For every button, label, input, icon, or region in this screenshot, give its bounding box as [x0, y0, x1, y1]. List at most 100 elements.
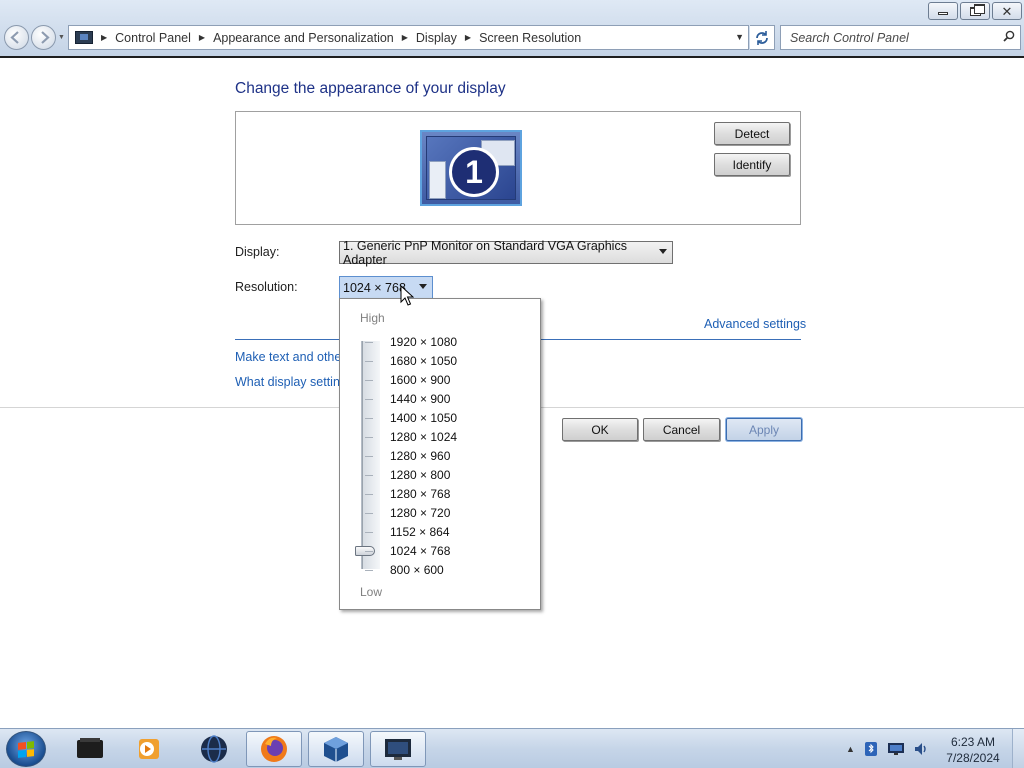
advanced-settings-link[interactable]: Advanced settings: [704, 317, 806, 331]
slider-track-line: [362, 341, 363, 569]
media-player-icon: [139, 739, 159, 759]
text-size-link[interactable]: Make text and other: [235, 350, 345, 364]
slider-tick: [365, 380, 373, 381]
restore-button[interactable]: [960, 2, 990, 20]
display-settings-help-link[interactable]: What display setting: [235, 375, 347, 389]
network-icon[interactable]: [887, 742, 905, 756]
chevron-down-icon[interactable]: ▼: [735, 32, 744, 42]
resolution-option[interactable]: 1280 × 960: [390, 449, 450, 463]
detect-button[interactable]: Detect: [714, 122, 790, 145]
resolution-option[interactable]: 1280 × 768: [390, 487, 450, 501]
display-label: Display:: [235, 245, 280, 259]
start-button[interactable]: [6, 731, 46, 767]
resolution-option[interactable]: 800 × 600: [390, 563, 444, 577]
slider-tick: [365, 475, 373, 476]
ok-button[interactable]: OK: [562, 418, 638, 441]
resolution-label: Resolution:: [235, 280, 298, 294]
close-icon: ✕: [1001, 3, 1013, 19]
slider-tick: [365, 532, 373, 533]
taskbar-app-virtualbox[interactable]: [308, 731, 364, 767]
chevron-right-icon[interactable]: ▶: [101, 33, 107, 42]
slider-tick: [365, 399, 373, 400]
clock-time: 6:23 AM: [950, 735, 996, 749]
resolution-option[interactable]: 1440 × 900: [390, 392, 450, 406]
slider-tick: [365, 551, 373, 552]
resolution-option[interactable]: 1600 × 900: [390, 373, 450, 387]
monitor-1-thumbnail[interactable]: 1: [420, 130, 522, 206]
page-title: Change the appearance of your display: [235, 80, 506, 97]
resolution-option[interactable]: 1280 × 800: [390, 468, 450, 482]
resolution-option[interactable]: 1280 × 1024: [390, 430, 457, 444]
slider-tick: [365, 494, 373, 495]
taskbar-app-media[interactable]: [62, 731, 118, 767]
chevron-right-icon[interactable]: ▶: [465, 33, 471, 42]
resolution-option[interactable]: 1920 × 1080: [390, 335, 457, 349]
slider-tick: [365, 570, 373, 571]
identify-button[interactable]: Identify: [714, 153, 790, 176]
monitor-screen: 1: [426, 136, 516, 200]
slider-tick: [365, 361, 373, 362]
display-select[interactable]: 1. Generic PnP Monitor on Standard VGA G…: [339, 238, 673, 267]
speaker-icon[interactable]: [913, 741, 929, 757]
resolution-dropdown: High 1920 × 1080 1680 × 1050 1600 × 900 144…: [339, 298, 541, 610]
resolution-option[interactable]: 1400 × 1050: [390, 411, 457, 425]
recent-pages-dropdown[interactable]: ▼: [58, 34, 65, 41]
taskbar-app-firefox[interactable]: [246, 731, 302, 767]
slider-tick: [365, 418, 373, 419]
resolution-select[interactable]: 1024 × 768: [339, 276, 433, 299]
chevron-right-icon[interactable]: ▶: [199, 33, 205, 42]
taskbar-clock[interactable]: 6:23 AM 7/28/2024: [938, 734, 1008, 766]
chevron-down-icon: [419, 284, 427, 289]
slider-tick: [365, 437, 373, 438]
chevron-right-icon[interactable]: ▶: [402, 33, 408, 42]
search-icon[interactable]: [1003, 30, 1015, 42]
resolution-option[interactable]: 1680 × 1050: [390, 354, 457, 368]
resolution-option[interactable]: 1152 × 864: [390, 525, 450, 539]
show-hidden-icons-icon[interactable]: ▲: [846, 744, 855, 754]
breadcrumb-control-panel[interactable]: Control Panel: [115, 31, 191, 45]
bluetooth-icon[interactable]: [863, 741, 879, 757]
show-desktop-button[interactable]: [1012, 729, 1024, 768]
control-panel-icon: [75, 31, 93, 44]
display-select-value: 1. Generic PnP Monitor on Standard VGA G…: [343, 238, 627, 267]
monitor-icon: [385, 739, 411, 760]
minimize-button[interactable]: [928, 2, 958, 20]
back-button[interactable]: [4, 25, 29, 50]
mouse-cursor-icon: [400, 285, 414, 306]
close-button[interactable]: ✕: [992, 2, 1022, 20]
back-arrow-icon: [10, 31, 19, 44]
taskbar-app-player[interactable]: [120, 731, 176, 767]
resolution-slider-track[interactable]: [355, 341, 380, 569]
resolution-option[interactable]: 1024 × 768: [390, 544, 450, 558]
taskbar-app-display[interactable]: [370, 731, 426, 767]
address-bar[interactable]: ▶ Control Panel ▶ Appearance and Persona…: [68, 25, 749, 50]
refresh-icon: [756, 30, 768, 45]
high-label: High: [360, 311, 385, 325]
breadcrumb-screen-resolution[interactable]: Screen Resolution: [479, 31, 581, 45]
forward-button[interactable]: [31, 25, 56, 50]
restore-icon: [969, 3, 985, 16]
window-titlebar: ✕ ▼ ▶ Control Panel ▶ Appearance and Per…: [0, 0, 1024, 58]
clock-date: 7/28/2024: [946, 751, 1000, 765]
media-device-icon: [77, 738, 103, 758]
low-label: Low: [360, 585, 383, 599]
taskbar: ▲ 6:23 AM 7/28/2024: [0, 728, 1024, 768]
breadcrumb-display[interactable]: Display: [416, 31, 457, 45]
apply-button[interactable]: Apply: [726, 418, 802, 441]
breadcrumb-appearance[interactable]: Appearance and Personalization: [213, 31, 394, 45]
refresh-button[interactable]: [750, 25, 775, 50]
firefox-icon: [261, 736, 287, 762]
slider-tick: [365, 456, 373, 457]
search-input[interactable]: Search Control Panel: [780, 25, 1021, 50]
virtualbox-icon: [324, 737, 348, 762]
minimize-icon: [938, 12, 948, 15]
system-tray: ▲: [846, 741, 929, 757]
display-preview-panel: 1 Detect Identify: [235, 111, 801, 225]
resolution-select-value: 1024 × 768: [343, 280, 406, 295]
window-thumbnail: [429, 161, 446, 199]
cancel-button[interactable]: Cancel: [643, 418, 720, 441]
globe-icon: [201, 735, 227, 763]
window-controls: ✕: [928, 2, 1022, 20]
resolution-option[interactable]: 1280 × 720: [390, 506, 450, 520]
taskbar-app-globe[interactable]: [186, 731, 242, 767]
